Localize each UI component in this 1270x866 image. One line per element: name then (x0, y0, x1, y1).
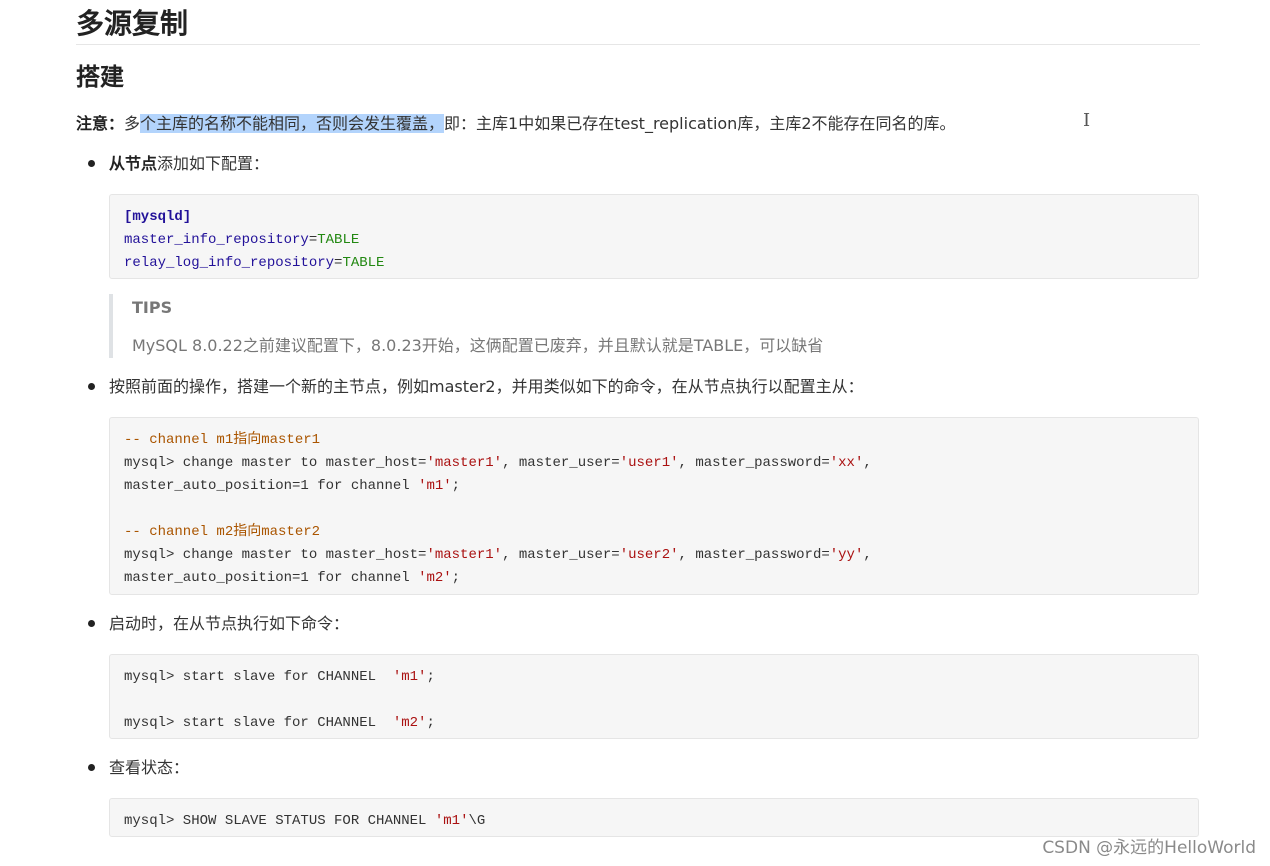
code-text: ; (426, 715, 435, 731)
note-text-end: 即：主库1中如果已存在test_replication库，主库2不能存在同名的库… (444, 114, 956, 133)
code-text: , (863, 455, 872, 471)
code-string: 'm2' (418, 570, 452, 586)
code-line: mysql> SHOW SLAVE STATUS FOR CHANNEL 'm1… (124, 810, 1184, 833)
code-line: master_info_repository=TABLE (124, 229, 1184, 252)
code-block-config[interactable]: [mysqld] master_info_repository=TABLE re… (109, 194, 1199, 279)
code-text: mysql> start slave for CHANNEL (124, 669, 393, 685)
code-string: 'm1' (392, 669, 427, 685)
code-string: 'xx' (829, 455, 864, 471)
list-item-text: 查看状态： (109, 758, 190, 777)
watermark: CSDN @永远的HelloWorld (1042, 838, 1256, 858)
code-block-change-master[interactable]: -- channel m1指向master1 mysql> change mas… (109, 417, 1199, 595)
code-block-start-slave[interactable]: mysql> start slave for CHANNEL 'm1'; mys… (109, 654, 1199, 739)
code-text: mysql> change master to master_host= (124, 547, 427, 563)
bullet-dot (88, 160, 95, 167)
code-line: master_auto_position=1 for channel 'm2'; (124, 567, 1184, 590)
code-text: , master_password= (678, 455, 830, 471)
note-paragraph[interactable]: 注意：多个主库的名称不能相同，否则会发生覆盖，即：主库1中如果已存在test_r… (76, 112, 956, 136)
bold-term: 从节点 (109, 154, 158, 173)
list-item-text: 按照前面的操作，搭建一个新的主节点，例如master2，并用类似如下的命令，在从… (109, 377, 864, 396)
tips-text: MySQL 8.0.22之前建议配置下，8.0.23开始，这俩配置已废弃，并且默… (132, 336, 824, 355)
code-comment: -- channel m2指向master2 (124, 524, 321, 540)
text-cursor-icon: I (1083, 110, 1091, 131)
code-string: 'yy' (829, 547, 864, 563)
bullet-dot (88, 620, 95, 627)
note-label: 注意： (76, 114, 125, 133)
code-string: 'm1' (434, 813, 469, 829)
code-value: TABLE (342, 255, 385, 271)
note-text-start: 多 (124, 114, 141, 133)
code-line: [mysqld] (124, 206, 1184, 229)
code-line: -- channel m2指向master2 (124, 521, 1184, 544)
list-item: 从节点添加如下配置： (88, 152, 269, 176)
code-line: mysql> start slave for CHANNEL 'm1'; (124, 666, 1184, 689)
code-string: 'master1' (426, 547, 503, 563)
code-operator: = (308, 232, 318, 248)
code-string: 'user2' (619, 547, 679, 563)
code-text: , master_user= (502, 455, 620, 471)
tips-title: TIPS (132, 298, 173, 317)
list-item: 查看状态： (88, 756, 189, 780)
code-line: mysql> change master to master_host='mas… (124, 452, 1184, 475)
code-line: -- channel m1指向master1 (124, 429, 1184, 452)
code-text: ; (451, 570, 461, 586)
code-text: \G (468, 813, 486, 829)
code-string: 'm2' (392, 715, 427, 731)
code-text: , (863, 547, 872, 563)
selected-text[interactable]: 个主库的名称不能相同，否则会发生覆盖， (140, 114, 445, 133)
code-text: mysql> SHOW SLAVE STATUS FOR CHANNEL (124, 813, 435, 829)
code-line: relay_log_info_repository=TABLE (124, 252, 1184, 275)
code-text: mysql> change master to master_host= (124, 455, 427, 471)
bullet-dot (88, 764, 95, 771)
list-item-text: 添加如下配置： (157, 154, 270, 173)
code-text: ; (426, 669, 435, 685)
code-string: 'm1' (418, 478, 452, 494)
code-text: ; (451, 478, 461, 494)
code-block-show-status[interactable]: mysql> SHOW SLAVE STATUS FOR CHANNEL 'm1… (109, 798, 1199, 837)
list-item: 启动时，在从节点执行如下命令： (88, 612, 349, 636)
code-value: TABLE (317, 232, 360, 248)
code-string: 'user1' (619, 455, 679, 471)
bullet-dot (88, 383, 95, 390)
list-item-text: 启动时，在从节点执行如下命令： (109, 614, 350, 633)
code-section: [mysqld] (124, 209, 192, 225)
section-heading: 搭建 (76, 63, 124, 91)
code-key: relay_log_info_repository (124, 255, 335, 271)
code-text: , master_user= (502, 547, 620, 563)
code-key: master_info_repository (124, 232, 309, 248)
code-string: 'master1' (426, 455, 503, 471)
code-text: , master_password= (678, 547, 830, 563)
code-text: master_auto_position=1 for channel (124, 570, 419, 586)
code-line: master_auto_position=1 for channel 'm1'; (124, 475, 1184, 498)
list-item: 按照前面的操作，搭建一个新的主节点，例如master2，并用类似如下的命令，在从… (88, 375, 864, 399)
code-text: master_auto_position=1 for channel (124, 478, 419, 494)
code-line: mysql> start slave for CHANNEL 'm2'; (124, 712, 1184, 735)
code-comment: -- channel m1指向master1 (124, 432, 321, 448)
tips-blockquote: TIPS MySQL 8.0.22之前建议配置下，8.0.23开始，这俩配置已废… (109, 294, 1199, 358)
code-text: mysql> start slave for CHANNEL (124, 715, 393, 731)
code-line: mysql> change master to master_host='mas… (124, 544, 1184, 567)
page-title: 多源复制 (76, 4, 1200, 45)
